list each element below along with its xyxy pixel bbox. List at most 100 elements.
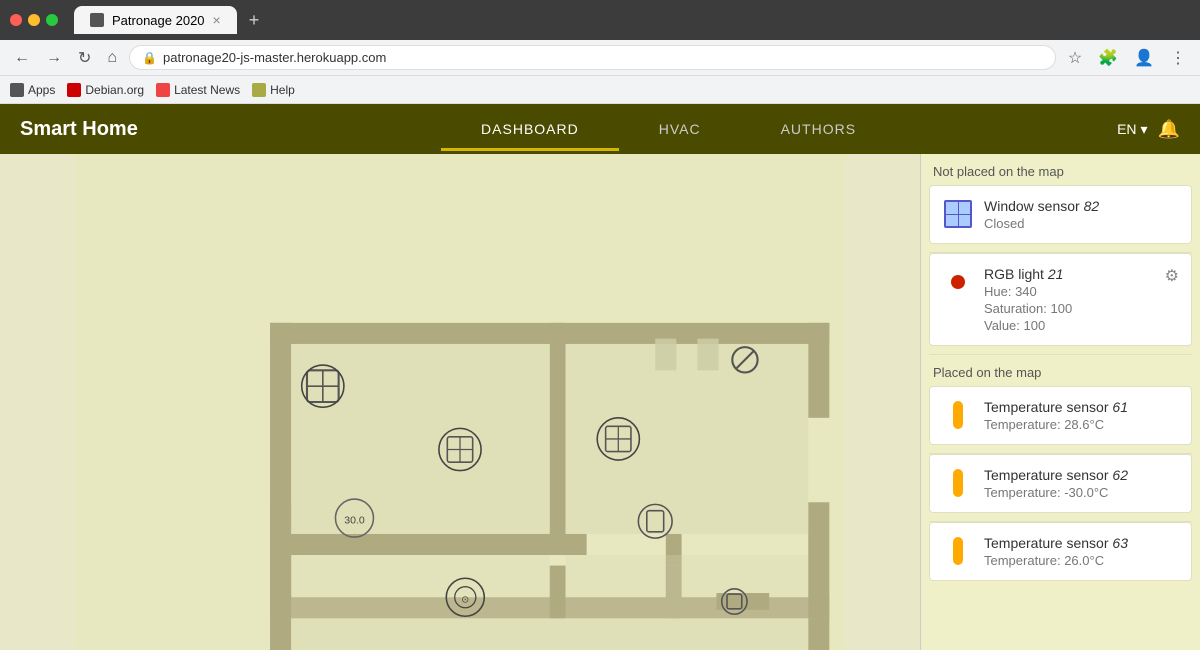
bookmark-debian-label: Debian.org bbox=[85, 83, 144, 97]
browser-tab[interactable]: Patronage 2020 × bbox=[74, 6, 237, 34]
rgb-light-icon bbox=[942, 266, 974, 298]
bell-icon[interactable]: 🔔 bbox=[1158, 119, 1180, 140]
temp-63-header: Temperature sensor 63 Temperature: 26.0°… bbox=[942, 535, 1179, 568]
temp-61-icon bbox=[942, 399, 974, 431]
temp-62-status: Temperature: -30.0°C bbox=[984, 485, 1179, 500]
floor-plan-svg: 30.0 bbox=[0, 154, 920, 650]
nav-authors[interactable]: AUTHORS bbox=[741, 107, 896, 151]
temp-62-icon bbox=[942, 467, 974, 499]
news-icon bbox=[156, 83, 170, 97]
nav-hvac[interactable]: HVAC bbox=[619, 107, 741, 151]
bookmark-news-label: Latest News bbox=[174, 83, 240, 97]
thermometer-63-icon bbox=[953, 537, 963, 565]
temp-61-status: Temperature: 28.6°C bbox=[984, 417, 1179, 432]
browser-nav: ← → ↻ ⌂ 🔒 patronage20-js-master.herokuap… bbox=[0, 40, 1200, 76]
nav-dashboard[interactable]: DASHBOARD bbox=[441, 107, 619, 151]
language-selector[interactable]: EN ▾ bbox=[1117, 121, 1147, 138]
right-panel: Not placed on the map Window sensor 82 bbox=[920, 154, 1200, 650]
window-sensor-status: Closed bbox=[984, 216, 1179, 231]
svg-text:⊙: ⊙ bbox=[461, 595, 469, 606]
main-content: 30.0 bbox=[0, 154, 1200, 650]
bookmark-help-label: Help bbox=[270, 83, 295, 97]
rgb-device-header: RGB light 21 Hue: 340 Saturation: 100 Va… bbox=[942, 266, 1179, 333]
app-nav: DASHBOARD HVAC AUTHORS bbox=[220, 107, 1117, 151]
help-icon bbox=[252, 83, 266, 97]
window-icon-grid bbox=[944, 200, 972, 228]
refresh-button[interactable]: ↻ bbox=[74, 44, 95, 72]
temp-sensor-61-card: Temperature sensor 61 Temperature: 28.6°… bbox=[929, 386, 1192, 445]
temp-62-name: Temperature sensor 62 bbox=[984, 467, 1179, 483]
temp-61-header: Temperature sensor 61 Temperature: 28.6°… bbox=[942, 399, 1179, 432]
browser-chrome: Patronage 2020 × + bbox=[0, 0, 1200, 40]
app-header-right: EN ▾ 🔔 bbox=[1117, 119, 1180, 140]
rgb-settings-btn[interactable]: ⚙ bbox=[1165, 266, 1179, 286]
new-tab-btn[interactable]: + bbox=[249, 10, 260, 31]
account-btn[interactable]: 👤 bbox=[1130, 44, 1158, 72]
window-sensor-82-card: Window sensor 82 Closed bbox=[929, 185, 1192, 244]
not-placed-label: Not placed on the map bbox=[921, 154, 1200, 185]
window-sensor-icon bbox=[942, 198, 974, 230]
rgb-light-name: RGB light 21 bbox=[984, 266, 1155, 282]
svg-text:30.0: 30.0 bbox=[344, 514, 365, 526]
temp-61-name: Temperature sensor 61 bbox=[984, 399, 1179, 415]
dot-maximize[interactable] bbox=[46, 14, 58, 26]
bookmark-news[interactable]: Latest News bbox=[156, 83, 240, 97]
window-pane-br bbox=[959, 215, 971, 227]
bookmark-help[interactable]: Help bbox=[252, 83, 295, 97]
window-sensor-number: 82 bbox=[1084, 198, 1100, 214]
floor-plan[interactable]: 30.0 bbox=[0, 154, 920, 650]
menu-btn[interactable]: ⋮ bbox=[1166, 44, 1190, 72]
rgb-light-info: RGB light 21 Hue: 340 Saturation: 100 Va… bbox=[984, 266, 1155, 333]
window-sensor-info: Window sensor 82 Closed bbox=[984, 198, 1179, 231]
tab-title: Patronage 2020 bbox=[112, 13, 205, 28]
home-button[interactable]: ⌂ bbox=[103, 45, 121, 71]
device-card-header: Window sensor 82 Closed bbox=[942, 198, 1179, 231]
dot-minimize[interactable] bbox=[28, 14, 40, 26]
rgb-light-number: 21 bbox=[1048, 266, 1064, 282]
app-header: Smart Home DASHBOARD HVAC AUTHORS EN ▾ 🔔 bbox=[0, 104, 1200, 154]
tab-favicon bbox=[90, 13, 104, 27]
forward-button[interactable]: → bbox=[42, 45, 66, 71]
bookmark-apps-label: Apps bbox=[28, 83, 55, 97]
bookmarks-bar: Apps Debian.org Latest News Help bbox=[0, 76, 1200, 104]
back-button[interactable]: ← bbox=[10, 45, 34, 71]
thermometer-62-icon bbox=[953, 469, 963, 497]
apps-icon bbox=[10, 83, 24, 97]
extension-btn[interactable]: 🧩 bbox=[1094, 44, 1122, 72]
language-label: EN bbox=[1117, 121, 1136, 137]
bookmark-debian[interactable]: Debian.org bbox=[67, 83, 144, 97]
chevron-down-icon: ▾ bbox=[1141, 121, 1148, 138]
window-pane-tl bbox=[946, 202, 958, 214]
temp-62-info: Temperature sensor 62 Temperature: -30.0… bbox=[984, 467, 1179, 500]
app-title: Smart Home bbox=[20, 118, 220, 141]
temp-63-number: 63 bbox=[1112, 535, 1128, 551]
browser-dots bbox=[10, 14, 58, 26]
rgb-light-21-card: RGB light 21 Hue: 340 Saturation: 100 Va… bbox=[929, 253, 1192, 346]
temp-61-number: 61 bbox=[1112, 399, 1128, 415]
bookmark-star[interactable]: ☆ bbox=[1064, 44, 1086, 72]
temp-63-status: Temperature: 26.0°C bbox=[984, 553, 1179, 568]
rgb-saturation: Saturation: 100 bbox=[984, 301, 1155, 316]
address-bar[interactable]: 🔒 patronage20-js-master.herokuapp.com bbox=[129, 45, 1056, 70]
dot-close[interactable] bbox=[10, 14, 22, 26]
temp-62-number: 62 bbox=[1112, 467, 1128, 483]
window-pane-tr bbox=[959, 202, 971, 214]
temp-63-icon bbox=[942, 535, 974, 567]
window-sensor-name: Window sensor 82 bbox=[984, 198, 1179, 214]
rgb-bulb-icon bbox=[951, 275, 965, 289]
placed-label: Placed on the map bbox=[921, 355, 1200, 386]
tab-close-btn[interactable]: × bbox=[213, 12, 221, 28]
lock-icon: 🔒 bbox=[142, 51, 157, 65]
temp-61-info: Temperature sensor 61 Temperature: 28.6°… bbox=[984, 399, 1179, 432]
bookmark-apps[interactable]: Apps bbox=[10, 83, 55, 97]
temp-63-info: Temperature sensor 63 Temperature: 26.0°… bbox=[984, 535, 1179, 568]
window-pane-bl bbox=[946, 215, 958, 227]
rgb-value: Value: 100 bbox=[984, 318, 1155, 333]
temp-sensor-62-card: Temperature sensor 62 Temperature: -30.0… bbox=[929, 454, 1192, 513]
debian-icon bbox=[67, 83, 81, 97]
temp-62-header: Temperature sensor 62 Temperature: -30.0… bbox=[942, 467, 1179, 500]
temp-sensor-63-card: Temperature sensor 63 Temperature: 26.0°… bbox=[929, 522, 1192, 581]
address-text: patronage20-js-master.herokuapp.com bbox=[163, 50, 386, 65]
rgb-hue: Hue: 340 bbox=[984, 284, 1155, 299]
temp-63-name: Temperature sensor 63 bbox=[984, 535, 1179, 551]
